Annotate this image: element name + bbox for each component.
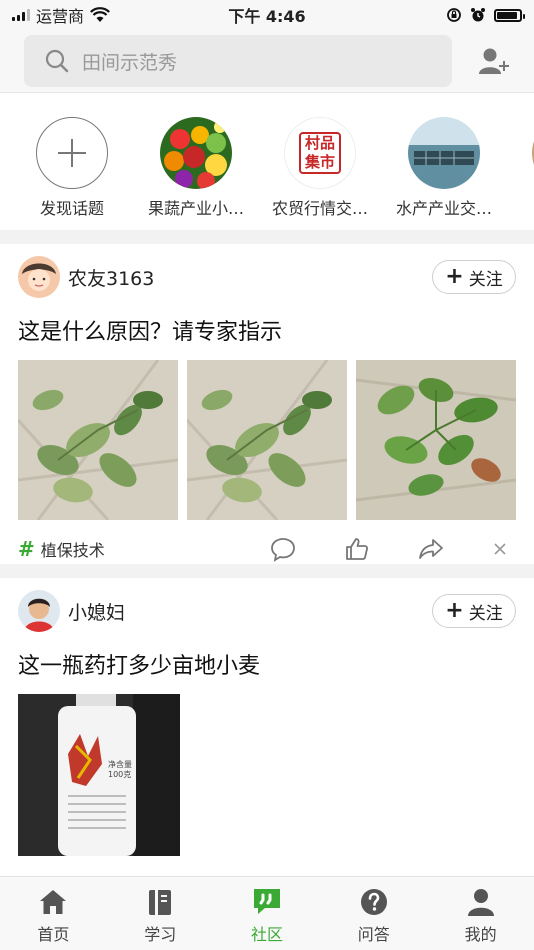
follow-label: 关注 xyxy=(468,269,503,290)
add-friend-button[interactable] xyxy=(452,46,510,76)
follow-label: 关注 xyxy=(468,603,503,624)
like-icon[interactable] xyxy=(344,536,370,562)
section-divider xyxy=(0,564,534,578)
plus-icon xyxy=(36,117,108,189)
topic-aquatic[interactable]: 水产产业交… xyxy=(382,117,506,230)
alarm-icon xyxy=(471,8,485,22)
post-title[interactable]: 这是什么原因？请专家指示 xyxy=(18,314,516,346)
hashtag-icon: # xyxy=(18,537,35,561)
bottle-net-content: 净含量 100克 xyxy=(108,760,132,779)
tab-learn[interactable]: 学习 xyxy=(107,877,214,950)
market-logo-image: 村品集市 xyxy=(284,117,356,189)
bottom-tab-bar: 首页 学习 社区 问答 我的 xyxy=(0,876,534,950)
carrier-label: 运营商 xyxy=(36,7,85,26)
post-photo[interactable] xyxy=(18,360,178,520)
tab-label: 学习 xyxy=(144,925,177,944)
battery-icon xyxy=(494,8,525,22)
search-input[interactable]: 田间示范秀 xyxy=(24,35,452,87)
avatar[interactable] xyxy=(18,590,60,632)
clock: 下午 4:46 xyxy=(228,7,306,26)
avatar[interactable] xyxy=(18,256,60,298)
status-bar: 运营商 下午 4:46 xyxy=(0,0,534,30)
search-placeholder: 田间示范秀 xyxy=(82,51,178,74)
topic-label: 畜牧 xyxy=(512,195,534,219)
topic-livestock[interactable]: 畜牧 xyxy=(506,117,534,230)
search-icon xyxy=(45,49,69,73)
topic-label: 农贸行情交… xyxy=(271,199,368,218)
username[interactable]: 农友3163 xyxy=(68,264,432,291)
add-person-icon xyxy=(479,48,509,74)
question-icon xyxy=(359,886,389,918)
tab-label: 社区 xyxy=(250,925,283,944)
share-icon[interactable] xyxy=(418,536,444,562)
topic-market[interactable]: 村品集市 农贸行情交… xyxy=(258,117,382,230)
follow-button[interactable]: + 关注 xyxy=(432,594,516,628)
person-icon xyxy=(466,886,496,918)
book-icon xyxy=(145,886,175,918)
tab-label: 问答 xyxy=(357,925,390,944)
plus-icon: + xyxy=(445,598,464,623)
post-card: 农友3163 + 关注 这是什么原因？请专家指示 # 植保技术 xyxy=(0,244,534,564)
peanut-leaf-image xyxy=(187,360,347,520)
topic-fruit-veg[interactable]: 果蔬产业小… xyxy=(134,117,258,230)
tab-profile[interactable]: 我的 xyxy=(427,877,534,950)
post-card: 小媳妇 + 关注 这一瓶药打多少亩地小麦 净含量 100克 xyxy=(0,578,534,876)
topic-label: 发现话题 xyxy=(39,199,104,218)
post-photo[interactable] xyxy=(187,360,347,520)
tag-label: 植保技术 xyxy=(40,541,105,560)
tab-qa[interactable]: 问答 xyxy=(320,877,427,950)
header: 田间示范秀 xyxy=(0,30,534,93)
wifi-icon xyxy=(90,7,110,22)
chat-quote-icon xyxy=(251,886,283,918)
topic-carousel: 发现话题 果蔬产业小… 村品集市 农贸行情交… 水产产业交… xyxy=(0,93,534,230)
plus-icon: + xyxy=(445,264,464,289)
post-photo[interactable] xyxy=(356,360,516,520)
section-divider xyxy=(0,230,534,244)
topic-tag[interactable]: # 植保技术 xyxy=(18,537,270,561)
pesticide-bottle-image xyxy=(18,694,180,856)
follow-button[interactable]: + 关注 xyxy=(432,260,516,294)
topic-label: 果蔬产业小… xyxy=(147,199,244,218)
peanut-leaf-image xyxy=(18,360,178,520)
fruit-basket-image xyxy=(160,117,232,189)
fish-farm-image xyxy=(408,117,480,189)
post-title[interactable]: 这一瓶药打多少亩地小麦 xyxy=(18,648,516,680)
market-logo: 村品集市 xyxy=(299,132,341,174)
market-logo-text: 村品集市 xyxy=(304,134,335,171)
signal-icon xyxy=(12,9,30,21)
post-photo[interactable]: 净含量 100克 xyxy=(18,694,180,856)
battery-fill xyxy=(497,11,517,19)
topic-label: 水产产业交… xyxy=(395,199,492,218)
peanut-seedling-image xyxy=(356,360,516,520)
tab-label: 我的 xyxy=(464,925,497,944)
close-icon[interactable] xyxy=(492,541,508,557)
tab-home[interactable]: 首页 xyxy=(0,877,107,950)
topic-discover[interactable]: 发现话题 xyxy=(10,117,134,230)
tab-community[interactable]: 社区 xyxy=(214,877,321,950)
rotation-lock-icon xyxy=(447,8,461,22)
tab-label: 首页 xyxy=(37,925,70,944)
comment-icon[interactable] xyxy=(270,536,296,562)
home-icon xyxy=(38,886,68,918)
username[interactable]: 小媳妇 xyxy=(68,598,432,625)
